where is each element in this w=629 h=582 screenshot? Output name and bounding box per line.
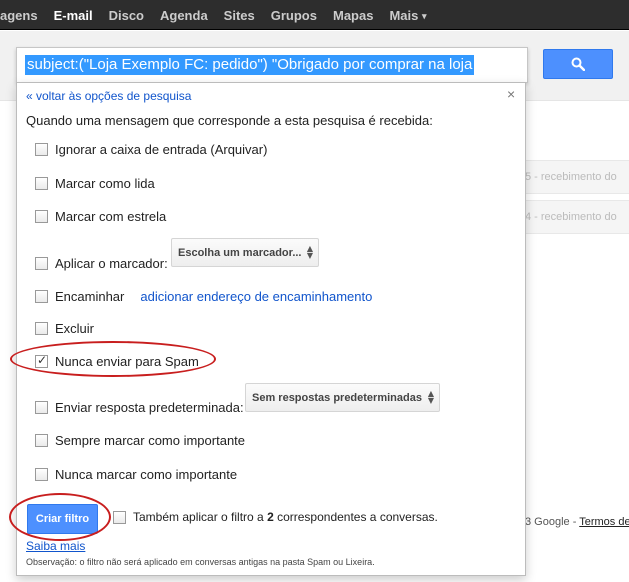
apply-label-checkbox[interactable] (35, 257, 48, 270)
apply-label-label: Aplicar o marcador: (55, 256, 168, 271)
select-arrows-icon: ▲ ▼ (306, 244, 313, 260)
email-row-text: 5 - recebimento do (525, 171, 617, 183)
canned-response-select-value: Sem respostas predeterminadas (252, 391, 422, 404)
nav-item-more[interactable]: Mais ▾ (381, 8, 434, 23)
option-skip-inbox[interactable]: Ignorar a caixa de entrada (Arquivar) (35, 142, 267, 157)
nav-item-maps[interactable]: Mapas (325, 8, 381, 23)
filter-intro-text: Quando uma mensagem que corresponde a es… (26, 113, 433, 128)
canned-response-select[interactable]: Sem respostas predeterminadas ▲ ▼ (245, 383, 440, 412)
annotation-ellipse-create-filter (9, 493, 111, 541)
star-label: Marcar com estrela (55, 209, 167, 224)
nav-item-groups[interactable]: Grupos (263, 8, 325, 23)
also-apply-label: Também aplicar o filtro a 2 corresponden… (133, 510, 438, 524)
option-forward[interactable]: Encaminhar adicionar endereço de encamin… (35, 289, 372, 304)
nav-links: agens E-mail Disco Agenda Sites Grupos M… (0, 0, 435, 30)
search-query-text: subject:("Loja Exemplo FC: pedido") "Obr… (25, 55, 475, 75)
canned-response-label: Enviar resposta predeterminada: (55, 400, 244, 415)
search-icon (571, 57, 585, 71)
footer: 3 Google - Termos de (525, 516, 629, 528)
add-forwarding-address-link[interactable]: adicionar endereço de encaminhamento (140, 289, 372, 304)
nav-item-email[interactable]: E-mail (46, 8, 101, 23)
search-input[interactable]: subject:("Loja Exemplo FC: pedido") "Obr… (16, 47, 528, 83)
never-important-label: Nunca marcar como importante (55, 467, 238, 482)
never-important-checkbox[interactable] (35, 468, 48, 481)
email-row[interactable]: 4 - recebimento do (525, 200, 629, 234)
delete-checkbox[interactable] (35, 322, 48, 335)
mark-read-label: Marcar como lida (55, 176, 155, 191)
option-mark-read[interactable]: Marcar como lida (35, 176, 155, 191)
search-button[interactable] (543, 49, 613, 79)
option-canned-response[interactable]: Enviar resposta predeterminada: (35, 400, 244, 415)
option-delete[interactable]: Excluir (35, 321, 94, 336)
star-checkbox[interactable] (35, 210, 48, 223)
forward-label: Encaminhar (55, 289, 125, 304)
also-apply-checkbox[interactable] (113, 510, 126, 524)
canned-response-checkbox[interactable] (35, 401, 48, 414)
nav-item-drive[interactable]: Disco (101, 8, 152, 23)
back-to-search-options-link[interactable]: « voltar às opções de pesquisa (26, 89, 191, 103)
chevron-down-icon: ▾ (421, 10, 427, 21)
filter-note: Observação: o filtro não será aplicado e… (26, 557, 375, 567)
always-important-label: Sempre marcar como importante (55, 433, 246, 448)
option-always-important[interactable]: Sempre marcar como importante (35, 433, 245, 448)
option-apply-label[interactable]: Aplicar o marcador: (35, 256, 168, 271)
annotation-ellipse-never-spam (10, 341, 216, 377)
also-apply-prefix: Também aplicar o filtro a (133, 510, 268, 524)
also-apply-count: 2 (267, 510, 274, 524)
nav-item-more-label: Mais (389, 7, 419, 23)
top-nav-bar: agens E-mail Disco Agenda Sites Grupos M… (0, 0, 629, 30)
email-row-text: 4 - recebimento do (525, 211, 617, 223)
select-arrows-icon: ▲ ▼ (427, 389, 434, 405)
skip-inbox-checkbox[interactable] (35, 143, 48, 156)
nav-item-images[interactable]: agens (0, 8, 46, 23)
label-select-value: Escolha um marcador... (178, 246, 302, 259)
nav-item-calendar[interactable]: Agenda (152, 8, 216, 23)
delete-label: Excluir (55, 321, 95, 336)
option-star[interactable]: Marcar com estrela (35, 209, 166, 224)
also-apply-suffix: correspondentes a conversas. (273, 510, 438, 524)
skip-inbox-label: Ignorar a caixa de entrada (Arquivar) (55, 142, 268, 157)
mark-read-checkbox[interactable] (35, 177, 48, 190)
nav-item-sites[interactable]: Sites (216, 8, 263, 23)
close-icon[interactable]: × (507, 86, 515, 102)
label-select[interactable]: Escolha um marcador... ▲ ▼ (171, 238, 319, 267)
footer-copyright: 3 Google - (525, 516, 580, 528)
option-never-important[interactable]: Nunca marcar como importante (35, 467, 237, 482)
learn-more-link[interactable]: Saiba mais (26, 539, 85, 553)
terms-link[interactable]: Termos de (579, 516, 629, 528)
email-row[interactable]: 5 - recebimento do (525, 160, 629, 194)
also-apply-option[interactable]: Também aplicar o filtro a 2 corresponden… (113, 510, 438, 524)
always-important-checkbox[interactable] (35, 434, 48, 447)
forward-checkbox[interactable] (35, 290, 48, 303)
